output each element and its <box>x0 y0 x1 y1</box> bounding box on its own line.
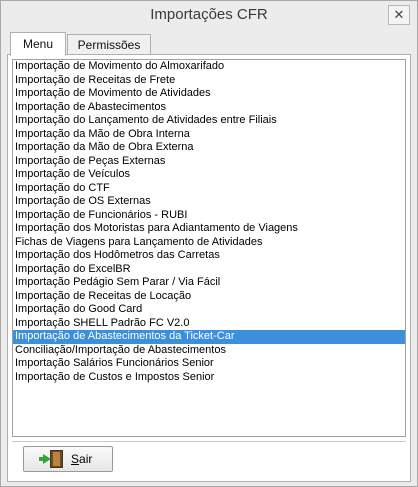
list-item[interactable]: Importação de Custos e Impostos Senior <box>13 371 405 385</box>
list-item[interactable]: Importação de Receitas de Frete <box>13 74 405 88</box>
import-options-list[interactable]: Importação de Movimento do Almoxarifado I… <box>12 59 406 437</box>
tab-panel-menu: Importação de Movimento do Almoxarifado I… <box>7 54 411 482</box>
list-item[interactable]: Importação do Good Card <box>13 303 405 317</box>
importacoes-window: Importações CFR ✕ Menu Permissões Import… <box>0 0 418 487</box>
list-item[interactable]: Importação do CTF <box>13 182 405 196</box>
list-item[interactable]: Fichas de Viagens para Lançamento de Ati… <box>13 236 405 250</box>
list-item[interactable]: Importação do Lançamento de Atividades e… <box>13 114 405 128</box>
title-bar[interactable]: Importações CFR ✕ <box>1 1 417 31</box>
list-item[interactable]: Importação de Veículos <box>13 168 405 182</box>
close-button[interactable]: ✕ <box>388 5 410 25</box>
list-item[interactable]: Importação dos Motoristas para Adiantame… <box>13 222 405 236</box>
tab-menu[interactable]: Menu <box>10 32 66 56</box>
divider <box>12 441 406 442</box>
close-icon: ✕ <box>393 7 405 22</box>
list-item[interactable]: Conciliação/Importação de Abastecimentos <box>13 344 405 358</box>
list-item[interactable]: Importação SHELL Padrão FC V2.0 <box>13 317 405 331</box>
exit-button-label: Sair <box>71 452 93 466</box>
list-item[interactable]: Importação de Receitas de Locação <box>13 290 405 304</box>
list-item[interactable]: Importação da Mão de Obra Interna <box>13 128 405 142</box>
list-item[interactable]: Importação Salários Funcionários Senior <box>13 357 405 371</box>
exit-door-icon <box>39 449 65 469</box>
list-item[interactable]: Importação do ExcelBR <box>13 263 405 277</box>
list-item[interactable]: Importação de Funcionários - RUBI <box>13 209 405 223</box>
list-item[interactable]: Importação de Abastecimentos <box>13 101 405 115</box>
exit-button[interactable]: Sair <box>23 446 113 472</box>
window-title: Importações CFR <box>150 6 268 23</box>
list-item[interactable]: Importação de Movimento de Atividades <box>13 87 405 101</box>
list-item[interactable]: Importação da Mão de Obra Externa <box>13 141 405 155</box>
list-item[interactable]: Importação dos Hodômetros das Carretas <box>13 249 405 263</box>
list-item[interactable]: Importação de Abastecimentos da Ticket-C… <box>13 330 405 344</box>
list-item[interactable]: Importação de Peças Externas <box>13 155 405 169</box>
list-item[interactable]: Importação de OS Externas <box>13 195 405 209</box>
tab-permissoes[interactable]: Permissões <box>67 34 151 55</box>
list-item[interactable]: Importação de Movimento do Almoxarifado <box>13 60 405 74</box>
list-item[interactable]: Importação Pedágio Sem Parar / Via Fácil <box>13 276 405 290</box>
